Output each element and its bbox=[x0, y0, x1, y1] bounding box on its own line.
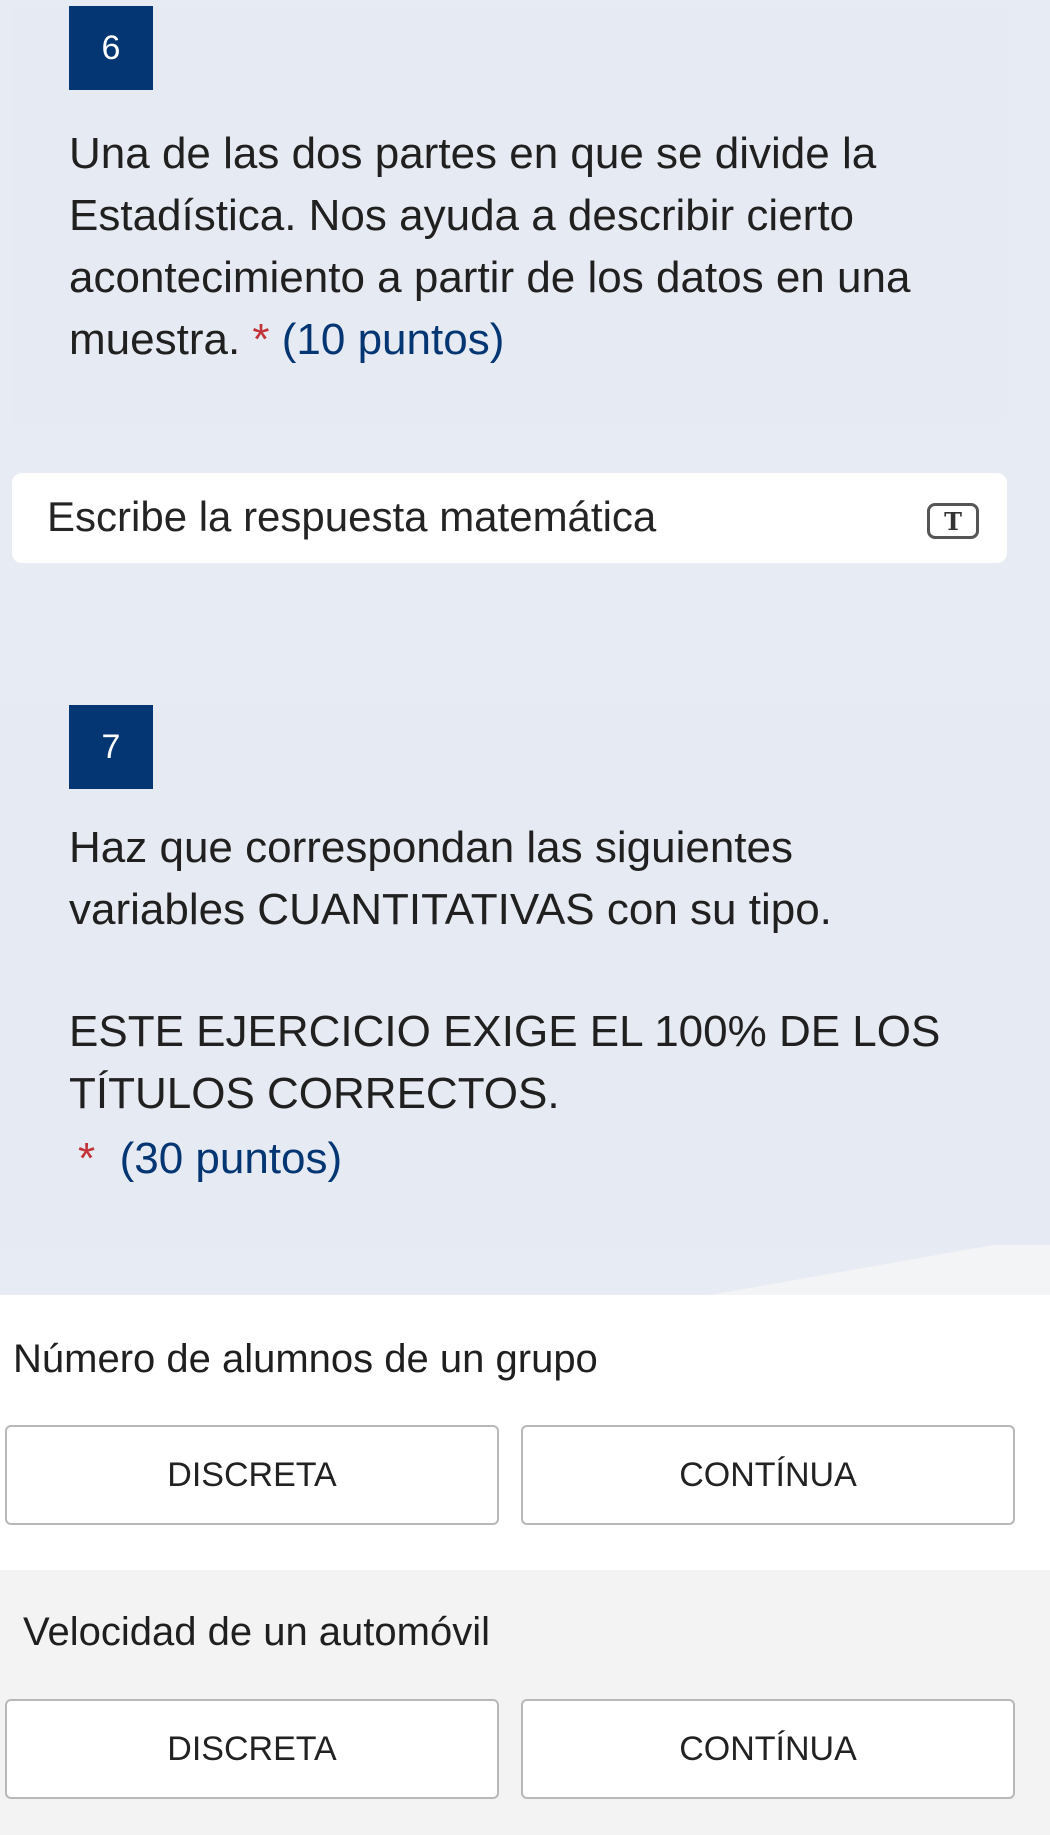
question-7-card: 7 Haz que correspondan las siguientes va… bbox=[0, 703, 1050, 1248]
question-number-badge: 7 bbox=[69, 705, 153, 789]
question-points-line: * (30 puntos) bbox=[78, 1128, 978, 1190]
choice-continua-button[interactable]: CONTÍNUA bbox=[521, 1425, 1015, 1525]
decorative-swoosh bbox=[700, 1245, 1050, 1297]
choice-continua-button[interactable]: CONTÍNUA bbox=[521, 1699, 1015, 1799]
question-text: Una de las dos partes en que se divide l… bbox=[69, 123, 969, 371]
question-text-line2: ESTE EJERCICIO EXIGE EL 100% DE LOS TÍTU… bbox=[69, 1007, 941, 1118]
question-number-badge: 6 bbox=[69, 6, 153, 90]
answer-placeholder: Escribe la respuesta matemática bbox=[47, 493, 657, 540]
match-row-label: Número de alumnos de un grupo bbox=[13, 1337, 598, 1381]
text-format-icon[interactable]: T bbox=[927, 503, 979, 539]
required-asterisk: * bbox=[252, 315, 270, 364]
required-asterisk: * bbox=[78, 1134, 96, 1183]
question-text-line1: Haz que correspondan las siguientes vari… bbox=[69, 823, 832, 934]
choice-discreta-button[interactable]: DISCRETA bbox=[5, 1425, 499, 1525]
question-number: 6 bbox=[101, 28, 121, 67]
question-points: (30 puntos) bbox=[119, 1134, 343, 1183]
question-number: 7 bbox=[101, 727, 121, 766]
match-row-label: Velocidad de un automóvil bbox=[23, 1610, 490, 1654]
question-points: (10 puntos) bbox=[281, 315, 505, 364]
match-row: Velocidad de un automóvil DISCRETA CONTÍ… bbox=[0, 1570, 1050, 1835]
question-6-card: 6 Una de las dos partes en que se divide… bbox=[12, 6, 1007, 422]
answer-input[interactable]: Escribe la respuesta matemática T bbox=[12, 473, 1007, 563]
choice-discreta-button[interactable]: DISCRETA bbox=[5, 1699, 499, 1799]
match-row: Número de alumnos de un grupo DISCRETA C… bbox=[0, 1295, 1050, 1570]
